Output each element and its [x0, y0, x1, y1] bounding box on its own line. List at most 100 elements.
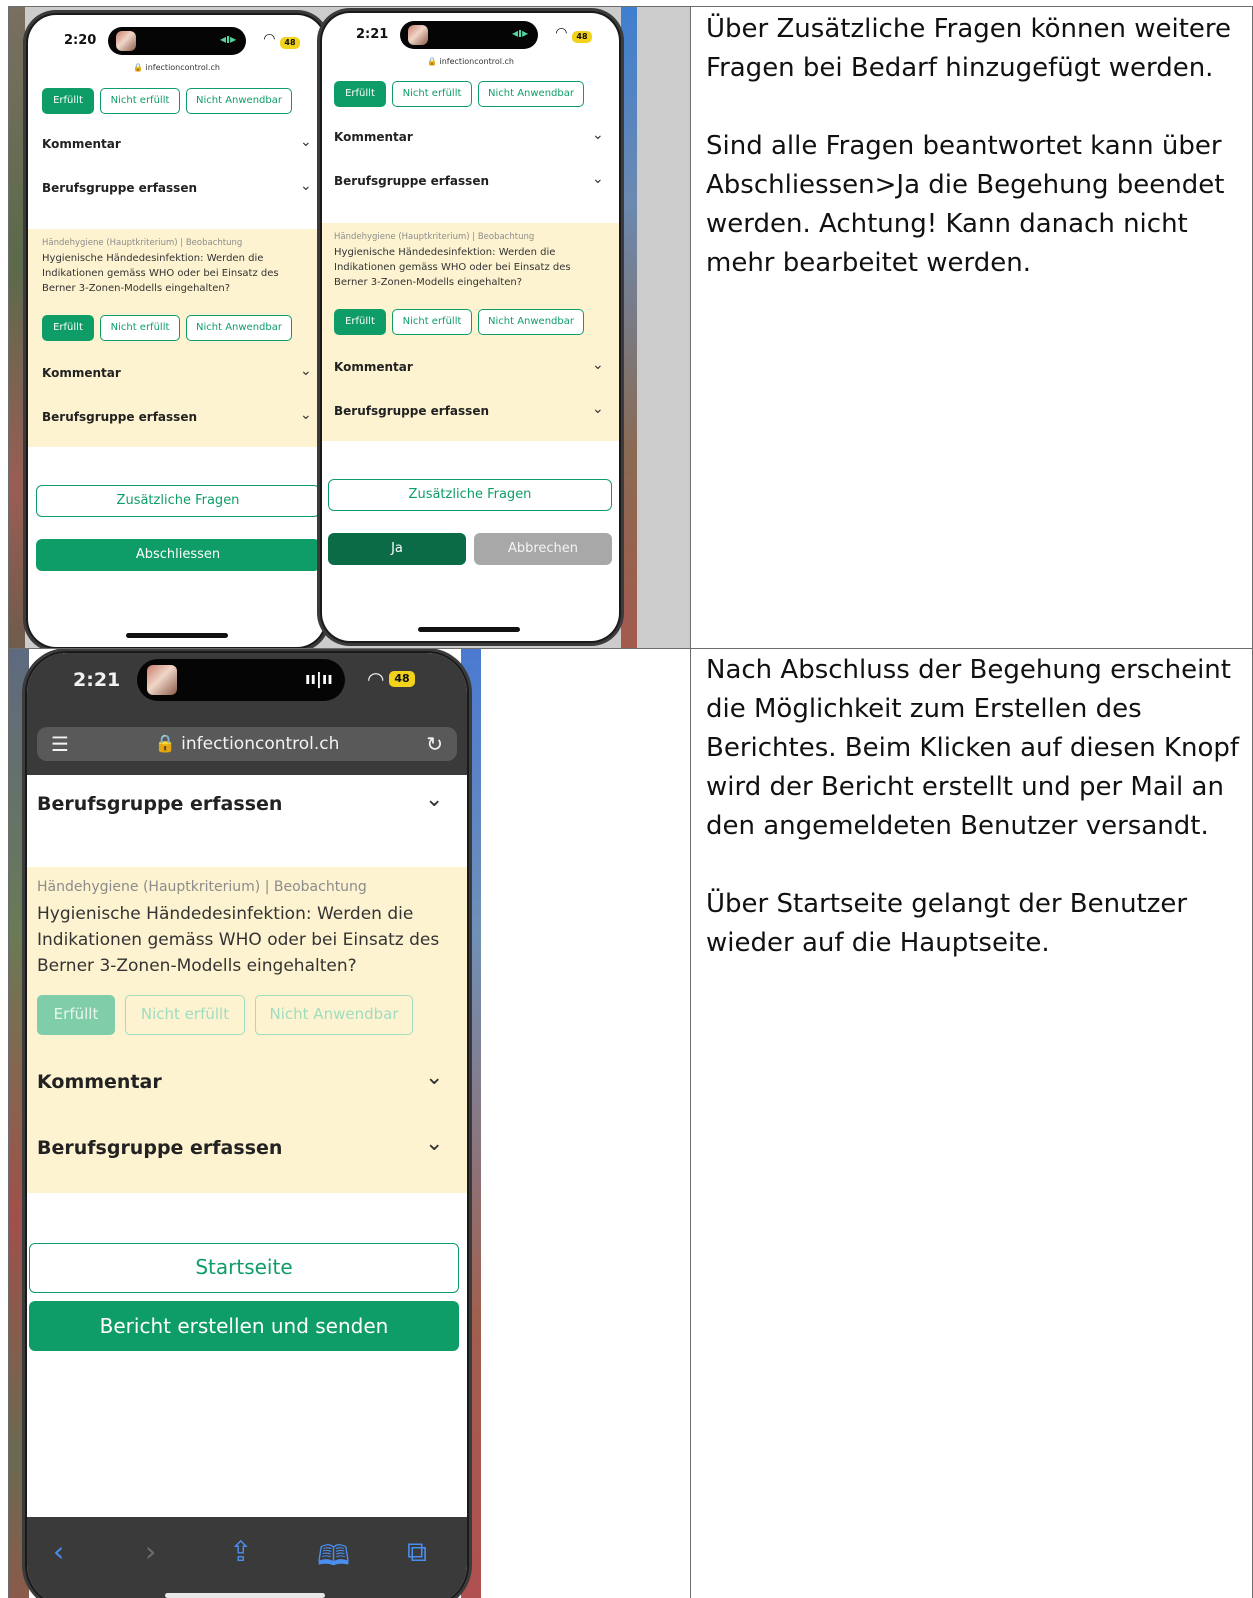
yes-button[interactable]: Ja	[328, 533, 466, 565]
fulfilled-button[interactable]: Erfüllt	[334, 309, 386, 335]
question-text: Hygienische Händedesinfektion: Werden di…	[42, 253, 279, 294]
url-text: infectioncontrol.ch	[181, 734, 340, 754]
wifi-icon: ◠	[556, 25, 567, 41]
phone-screenshot-3: 2:21 ıı|ıı ◠ 48 ☰ 🔒 infectioncontrol.ch …	[27, 653, 467, 1598]
additional-questions-button[interactable]: Zusätzliche Fragen	[36, 485, 320, 517]
cancel-button[interactable]: Abbrechen	[474, 533, 612, 565]
audio-wave-icon: ◂ı▸	[512, 26, 529, 40]
profession-group-label[interactable]: Berufsgruppe erfassen	[37, 1137, 282, 1159]
profession-group-label[interactable]: Berufsgruppe erfassen	[37, 793, 282, 815]
media-thumbnail-icon	[408, 25, 428, 45]
question-text: Hygienische Händedesinfektion: Werden di…	[334, 247, 571, 288]
media-thumbnail-icon	[116, 31, 136, 51]
tabs-icon[interactable]: ⧉	[407, 1535, 427, 1569]
phone-screenshot-2: 2:21 ◂ı▸ ◠ 48 🔒 infectioncontrol.ch Erfü…	[322, 13, 619, 641]
url-text: infectioncontrol.ch	[145, 63, 221, 72]
photo-edge-right	[621, 7, 637, 648]
home-indicator	[165, 1593, 325, 1598]
not-fulfilled-button[interactable]: Nicht erfüllt	[392, 81, 472, 107]
profession-group-label[interactable]: Berufsgruppe erfassen	[42, 410, 197, 424]
browser-bottom-bar: ‹ › ⇪ 🕮 ⧉	[27, 1517, 467, 1598]
profession-group-label[interactable]: Berufsgruppe erfassen	[334, 404, 489, 418]
finish-button[interactable]: Abschliessen	[36, 539, 320, 571]
fulfilled-button[interactable]: Erfüllt	[37, 995, 115, 1035]
battery-indicator: 48	[572, 31, 592, 43]
bookmarks-icon[interactable]: 🕮	[317, 1535, 350, 1583]
photo-edge-left	[9, 7, 25, 648]
additional-questions-button[interactable]: Zusätzliche Fragen	[328, 479, 612, 511]
comment-label[interactable]: Kommentar	[334, 130, 413, 144]
chevron-down-icon[interactable]: ⌄	[425, 1131, 443, 1156]
photo-edge-left	[9, 649, 29, 1598]
home-page-button[interactable]: Startseite	[29, 1243, 459, 1293]
chevron-down-icon[interactable]: ⌄	[425, 787, 443, 812]
back-icon[interactable]: ‹	[53, 1535, 64, 1568]
chevron-down-icon[interactable]: ⌄	[425, 1065, 443, 1090]
row2-paragraph-2: Über Startseite gelangt der Benutzer wie…	[706, 889, 1188, 958]
chevron-down-icon[interactable]: ⌄	[300, 363, 312, 379]
profession-group-label[interactable]: Berufsgruppe erfassen	[334, 174, 489, 188]
not-fulfilled-button[interactable]: Nicht erfüllt	[100, 315, 180, 341]
not-applicable-button[interactable]: Nicht Anwendbar	[478, 309, 584, 335]
status-time: 2:21	[356, 27, 389, 42]
chevron-down-icon[interactable]: ⌄	[592, 401, 604, 417]
battery-indicator: 48	[389, 671, 415, 687]
question-card: Händehygiene (Hauptkriterium) | Beobacht…	[322, 223, 619, 441]
status-time: 2:20	[64, 33, 97, 48]
comment-label[interactable]: Kommentar	[42, 366, 121, 380]
row1-description: Über Zusätzliche Fragen können weitere F…	[706, 10, 1246, 283]
row2-image-cell: 2:21 ıı|ıı ◠ 48 ☰ 🔒 infectioncontrol.ch …	[9, 649, 690, 1598]
not-applicable-button[interactable]: Nicht Anwendbar	[478, 81, 584, 107]
dynamic-island: ıı|ıı	[137, 659, 345, 701]
not-fulfilled-button[interactable]: Nicht erfüllt	[100, 88, 180, 114]
wifi-icon: ◠	[367, 667, 385, 691]
row1-paragraph-1: Über Zusätzliche Fragen können weitere F…	[706, 14, 1232, 83]
question-card: Händehygiene (Hauptkriterium) | Beobacht…	[27, 867, 467, 1193]
row1-paragraph-2: Sind alle Fragen beantwortet kann über A…	[706, 131, 1225, 278]
audio-wave-icon: ◂ı▸	[220, 32, 237, 46]
comment-label[interactable]: Kommentar	[37, 1071, 162, 1093]
url-text: infectioncontrol.ch	[439, 57, 515, 66]
home-indicator	[126, 633, 228, 638]
chevron-down-icon[interactable]: ⌄	[300, 134, 312, 150]
not-applicable-button[interactable]: Nicht Anwendbar	[186, 88, 292, 114]
profession-group-label[interactable]: Berufsgruppe erfassen	[42, 181, 197, 195]
chevron-down-icon[interactable]: ⌄	[592, 357, 604, 373]
status-time: 2:21	[73, 669, 121, 691]
row2-paragraph-1: Nach Abschluss der Begehung erscheint di…	[706, 655, 1240, 841]
fulfilled-button[interactable]: Erfüllt	[42, 315, 94, 341]
row1-image-cell: 2:20 ◂ı▸ ◠ 48 🔒 infectioncontrol.ch Erfü…	[9, 7, 690, 648]
create-report-button[interactable]: Bericht erstellen und senden	[29, 1301, 459, 1351]
wifi-icon: ◠	[264, 31, 275, 47]
not-applicable-button[interactable]: Nicht Anwendbar	[186, 315, 292, 341]
battery-indicator: 48	[280, 37, 300, 49]
comment-label[interactable]: Kommentar	[42, 137, 121, 151]
media-thumbnail-icon	[147, 665, 177, 695]
not-fulfilled-button[interactable]: Nicht erfüllt	[125, 995, 245, 1035]
not-applicable-button[interactable]: Nicht Anwendbar	[255, 995, 413, 1035]
chevron-down-icon[interactable]: ⌄	[592, 171, 604, 187]
reader-icon[interactable]: ☰	[51, 727, 69, 761]
fulfilled-button[interactable]: Erfüllt	[334, 81, 386, 107]
url-label: 🔒 infectioncontrol.ch	[426, 57, 515, 66]
dynamic-island: ◂ı▸	[400, 21, 538, 49]
table-column-divider	[690, 6, 691, 1598]
fulfilled-button[interactable]: Erfüllt	[42, 88, 94, 114]
comment-label[interactable]: Kommentar	[334, 360, 413, 374]
phone-screenshot-1: 2:20 ◂ı▸ ◠ 48 🔒 infectioncontrol.ch Erfü…	[28, 15, 325, 647]
share-icon[interactable]: ⇪	[229, 1535, 252, 1568]
chevron-down-icon[interactable]: ⌄	[300, 407, 312, 423]
audio-wave-icon: ıı|ıı	[305, 669, 333, 688]
question-category: Händehygiene (Hauptkriterium) | Beobacht…	[334, 232, 535, 242]
not-fulfilled-button[interactable]: Nicht erfüllt	[392, 309, 472, 335]
dynamic-island: ◂ı▸	[108, 27, 246, 55]
chevron-down-icon[interactable]: ⌄	[592, 127, 604, 143]
reload-icon[interactable]: ↻	[426, 727, 443, 761]
address-bar[interactable]: ☰ 🔒 infectioncontrol.ch ↻	[37, 727, 457, 761]
browser-top-bar: 2:21 ıı|ıı ◠ 48 ☰ 🔒 infectioncontrol.ch …	[27, 653, 467, 775]
row2-description: Nach Abschluss der Begehung erscheint di…	[706, 651, 1246, 963]
home-indicator	[418, 627, 520, 632]
forward-icon[interactable]: ›	[145, 1535, 156, 1568]
url-label: 🔒 infectioncontrol.ch	[132, 63, 221, 72]
chevron-down-icon[interactable]: ⌄	[300, 178, 312, 194]
